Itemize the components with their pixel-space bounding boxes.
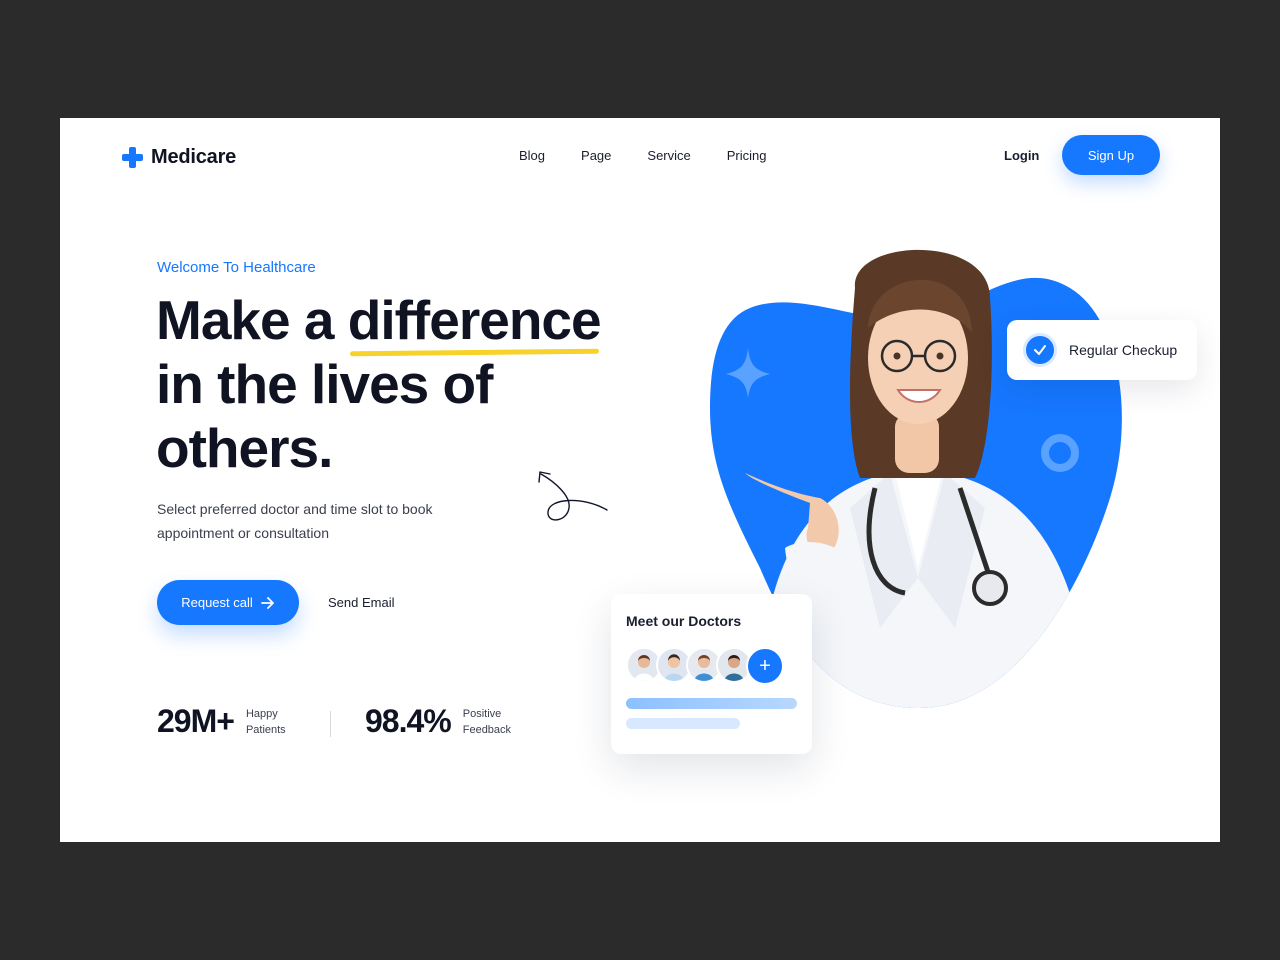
regular-checkup-card: Regular Checkup (1007, 320, 1197, 380)
logo[interactable]: Medicare (122, 146, 236, 169)
hero-headline: Make a difference in the lives of others… (156, 288, 676, 480)
placeholder-bar (626, 698, 797, 709)
nav-item-page[interactable]: Page (581, 148, 611, 163)
add-doctor-icon[interactable]: + (746, 647, 784, 685)
send-email-link[interactable]: Send Email (328, 595, 394, 610)
curly-arrow-doodle-icon (538, 471, 608, 521)
hero-eyebrow: Welcome To Healthcare (157, 259, 316, 276)
nav-item-pricing[interactable]: Pricing (727, 148, 767, 163)
signup-button[interactable]: Sign Up (1062, 135, 1160, 175)
brand-name: Medicare (151, 146, 237, 168)
request-call-label: Request call (181, 595, 253, 610)
placeholder-bar (626, 718, 740, 729)
doctor-avatars: + (626, 647, 784, 685)
checkup-label: Regular Checkup (1069, 342, 1178, 358)
stat-value: 29M+ (157, 703, 235, 739)
request-call-button[interactable]: Request call (157, 580, 299, 625)
stat-divider (330, 711, 331, 737)
nav-item-service[interactable]: Service (647, 148, 690, 163)
headline-prefix: Make a (156, 289, 348, 351)
stat-label: Happy Patients (245, 707, 286, 736)
stat-patients: 29M+ Happy Patients (157, 703, 306, 740)
doctors-card-title: Meet our Doctors (626, 613, 742, 629)
nav-item-blog[interactable]: Blog (519, 148, 545, 163)
meet-doctors-card: Meet our Doctors + (611, 594, 812, 754)
arrow-right-icon (260, 596, 274, 609)
headline-highlight: difference (347, 289, 602, 351)
headline-line-2: in the lives of (156, 353, 493, 415)
stat-feedback: 98.4% Positive Feedback (365, 703, 523, 740)
main-nav: Blog Page Service Pricing (519, 148, 767, 163)
landing-page: Medicare Blog Page Service Pricing Login… (60, 118, 1220, 842)
stat-value: 98.4% (365, 703, 452, 739)
hero-subtext: Select preferred doctor and time slot to… (157, 501, 433, 541)
medical-cross-icon (122, 147, 143, 168)
login-link[interactable]: Login (1004, 148, 1039, 163)
check-icon (1023, 333, 1057, 367)
stethoscope-chestpiece (972, 570, 1008, 606)
stat-label: Positive Feedback (462, 707, 512, 736)
